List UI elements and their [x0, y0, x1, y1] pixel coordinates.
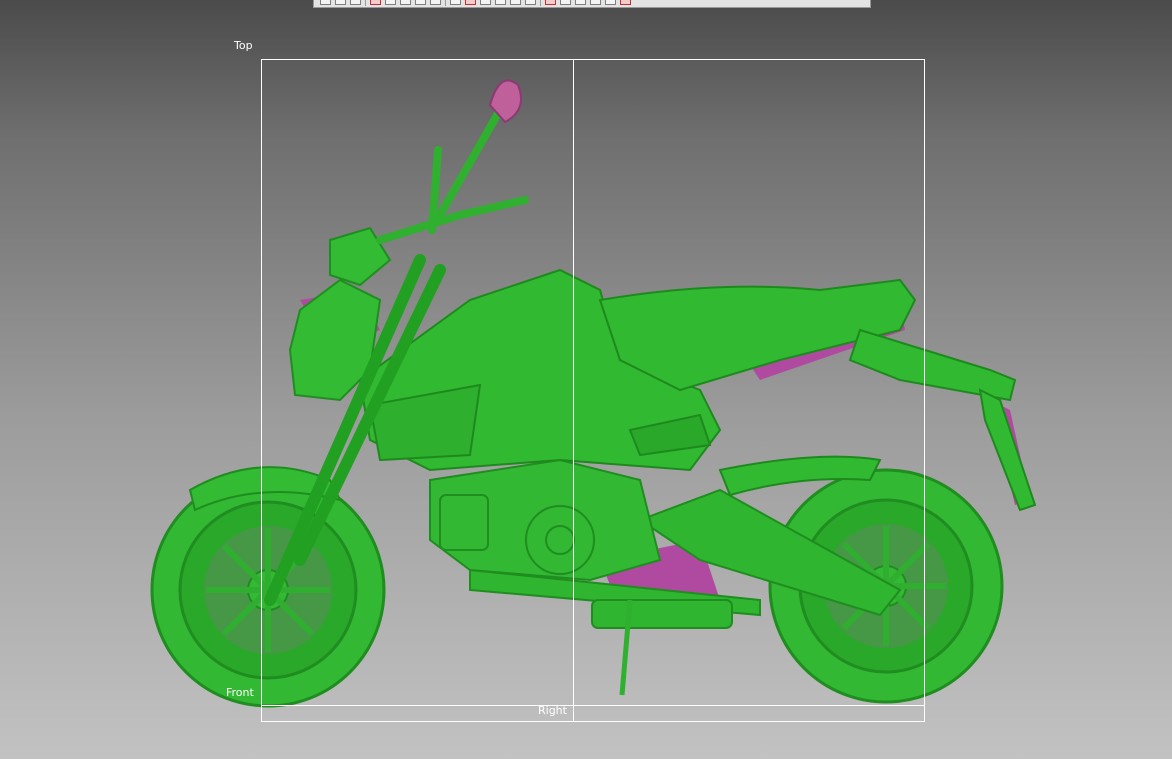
view-label-right: Right [538, 704, 567, 717]
body-panels [358, 268, 1037, 512]
scene-canvas[interactable] [0, 0, 1172, 759]
motorcycle-model[interactable] [150, 79, 1037, 708]
engine [429, 458, 662, 582]
view-label-front: Front [226, 686, 254, 699]
view-label-top: Top [234, 39, 253, 52]
handlebar [376, 106, 529, 244]
front-wheel [150, 466, 386, 708]
3d-viewport[interactable]: Top Front Right [0, 0, 1172, 759]
